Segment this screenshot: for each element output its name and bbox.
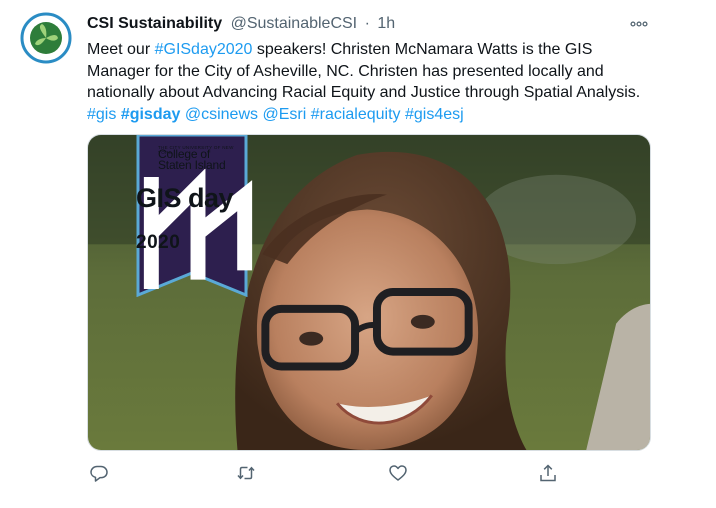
timestamp[interactable]: 1h [377,15,395,32]
csi-sustainability-logo [20,12,72,64]
heart-icon [389,465,407,481]
reply-button[interactable] [87,461,111,485]
share-icon [540,464,556,482]
tweet-text: Meet our #GISday2020 speakers! Christen … [87,39,643,125]
hashtag-link[interactable]: #GISday2020 [155,41,253,58]
author-handle[interactable]: @SustainableCSI [231,15,358,32]
tweet: CSI Sustainability @SustainableCSI · 1h … [0,0,716,508]
avatar[interactable] [20,12,72,64]
hashtag-link[interactable]: #gis4esj [405,106,464,123]
retweet-icon [237,466,255,480]
separator: · [364,15,370,32]
banner-year: 2020 [136,232,181,253]
hashtag-link[interactable]: #racialequity [311,106,401,123]
author-name[interactable]: CSI Sustainability [87,15,222,32]
banner-college: College of Staten Island [158,147,226,172]
tweet-header: CSI Sustainability @SustainableCSI · 1h [87,13,395,35]
like-button[interactable] [386,461,410,485]
hashtag-link[interactable]: #gis [87,106,116,123]
share-button[interactable] [536,461,560,485]
mention-link[interactable]: @Esri [262,106,306,123]
hashtag-link[interactable]: #gisday [121,106,181,123]
retweet-button[interactable] [234,461,258,485]
tweet-media[interactable]: THE CITY UNIVERSITY OF NEW YORK College … [87,134,651,451]
reply-icon [90,465,108,482]
more-icon [630,21,648,27]
gisday-banner: THE CITY UNIVERSITY OF NEW YORK College … [136,135,253,297]
banner-gisday: GIS day [136,183,234,213]
mention-link[interactable]: @csinews [185,106,258,123]
tweet-text-segment: Meet our [87,41,155,58]
more-options-button[interactable] [627,12,651,36]
tweet-actions [87,461,651,487]
